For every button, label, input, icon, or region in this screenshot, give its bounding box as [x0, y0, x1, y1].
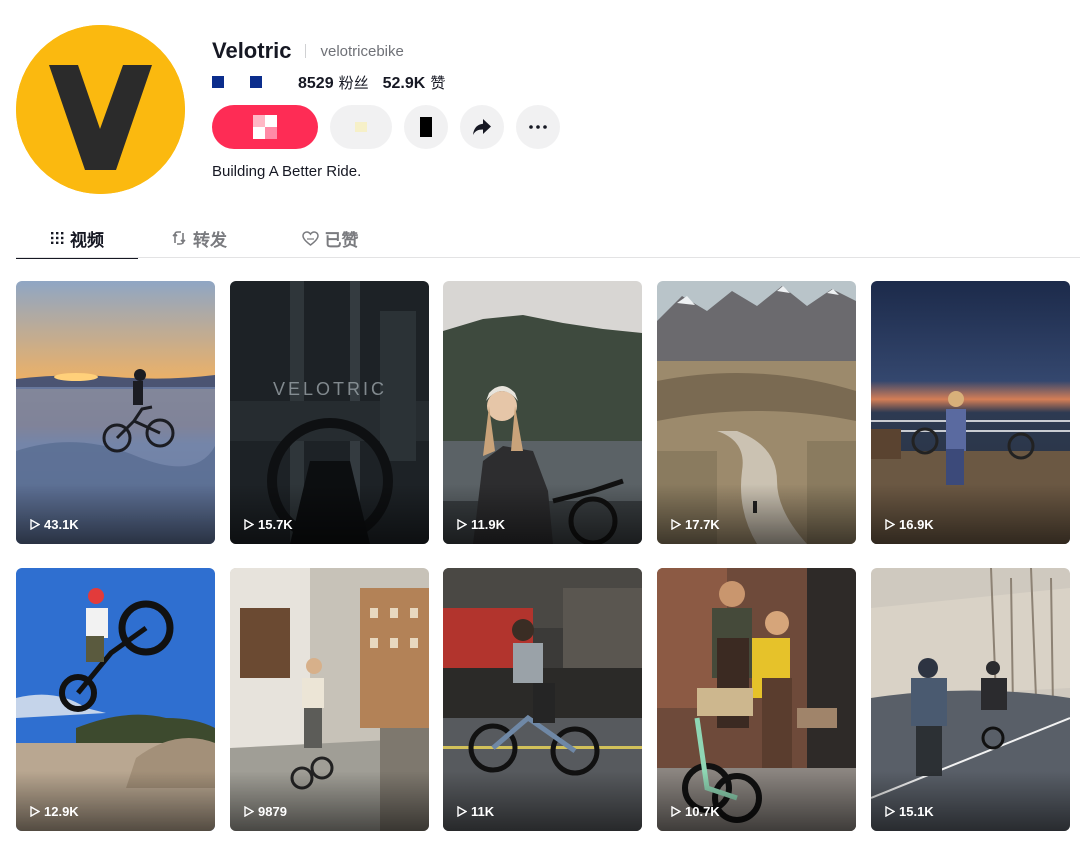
likes-stat: 52.9K 赞 [383, 72, 446, 93]
name-separator [305, 44, 307, 58]
bookmark-button[interactable] [404, 105, 448, 149]
message-button[interactable] [330, 105, 392, 149]
view-count: 16.9K [885, 517, 934, 532]
likes-count: 52.9K [382, 74, 426, 92]
view-count: 43.1K [30, 517, 79, 532]
velotric-watermark: VELOTRIC [273, 379, 387, 399]
profile-username: Velotric [212, 38, 292, 63]
video-card[interactable]: 12.9K [16, 568, 215, 831]
video-card[interactable]: 17.7K [657, 281, 856, 544]
follow-button[interactable] [212, 105, 318, 149]
repost-icon [171, 230, 187, 246]
play-icon [885, 519, 895, 530]
share-button[interactable] [460, 105, 504, 149]
video-card[interactable]: 11.9K [443, 281, 642, 544]
view-count: 15.7K [244, 517, 293, 532]
play-icon [671, 519, 681, 530]
grid-icon [50, 231, 64, 245]
avatar[interactable] [16, 25, 185, 194]
video-card[interactable]: 15.1K [871, 568, 1070, 831]
video-card[interactable]: 11K [443, 568, 642, 831]
view-count: 12.9K [30, 804, 79, 819]
followers-count: 8529 [298, 74, 334, 92]
tab-reposts-label: 转发 [193, 230, 227, 250]
heart-icon [301, 230, 319, 246]
tab-liked-label: 已赞 [324, 230, 359, 250]
profile-handle: velotricebike [320, 42, 404, 60]
velotric-logo [16, 25, 185, 194]
video-card[interactable]: 16.9K [871, 281, 1070, 544]
video-card[interactable]: VELOTRIC 15.7K [230, 281, 429, 544]
profile-bio: Building A Better Ride. [212, 163, 362, 180]
profile-actions [212, 105, 560, 149]
play-icon [671, 806, 681, 817]
name-row: Velotric velotricebike [212, 37, 404, 65]
play-icon [457, 519, 467, 530]
video-card[interactable]: 43.1K [16, 281, 215, 544]
likes-label: 赞 [430, 74, 446, 92]
tab-reposts[interactable]: 转发 [138, 218, 260, 258]
view-count: 10.7K [671, 804, 720, 819]
flag-icon [212, 76, 224, 88]
play-icon [30, 519, 40, 530]
followers-stat[interactable]: 8529 粉丝 [298, 72, 369, 93]
view-count: 17.7K [671, 517, 720, 532]
play-icon [457, 806, 467, 817]
tabs-divider [16, 257, 1080, 258]
tab-videos[interactable]: 视频 [16, 218, 138, 259]
share-icon [472, 118, 492, 136]
play-icon [244, 519, 254, 530]
more-button[interactable] [516, 105, 560, 149]
flag-icon [250, 76, 262, 88]
video-card[interactable]: 10.7K [657, 568, 856, 831]
video-card[interactable]: 9879 [230, 568, 429, 831]
view-count: 11.9K [457, 517, 505, 532]
view-count: 15.1K [885, 804, 934, 819]
message-icon [355, 122, 367, 132]
more-icon [529, 125, 547, 129]
play-icon [30, 806, 40, 817]
view-count: 9879 [244, 804, 287, 819]
stats-row: 8529 粉丝 52.9K 赞 [212, 71, 445, 93]
follow-icon [253, 115, 277, 139]
view-count: 11K [457, 804, 494, 819]
tab-videos-label: 视频 [70, 230, 104, 250]
play-icon [885, 806, 895, 817]
profile-tabs: 视频 转发 已赞 [16, 218, 400, 259]
play-icon [244, 806, 254, 817]
tab-liked[interactable]: 已赞 [260, 218, 400, 258]
followers-label: 粉丝 [338, 74, 369, 92]
bookmark-icon [420, 117, 432, 137]
